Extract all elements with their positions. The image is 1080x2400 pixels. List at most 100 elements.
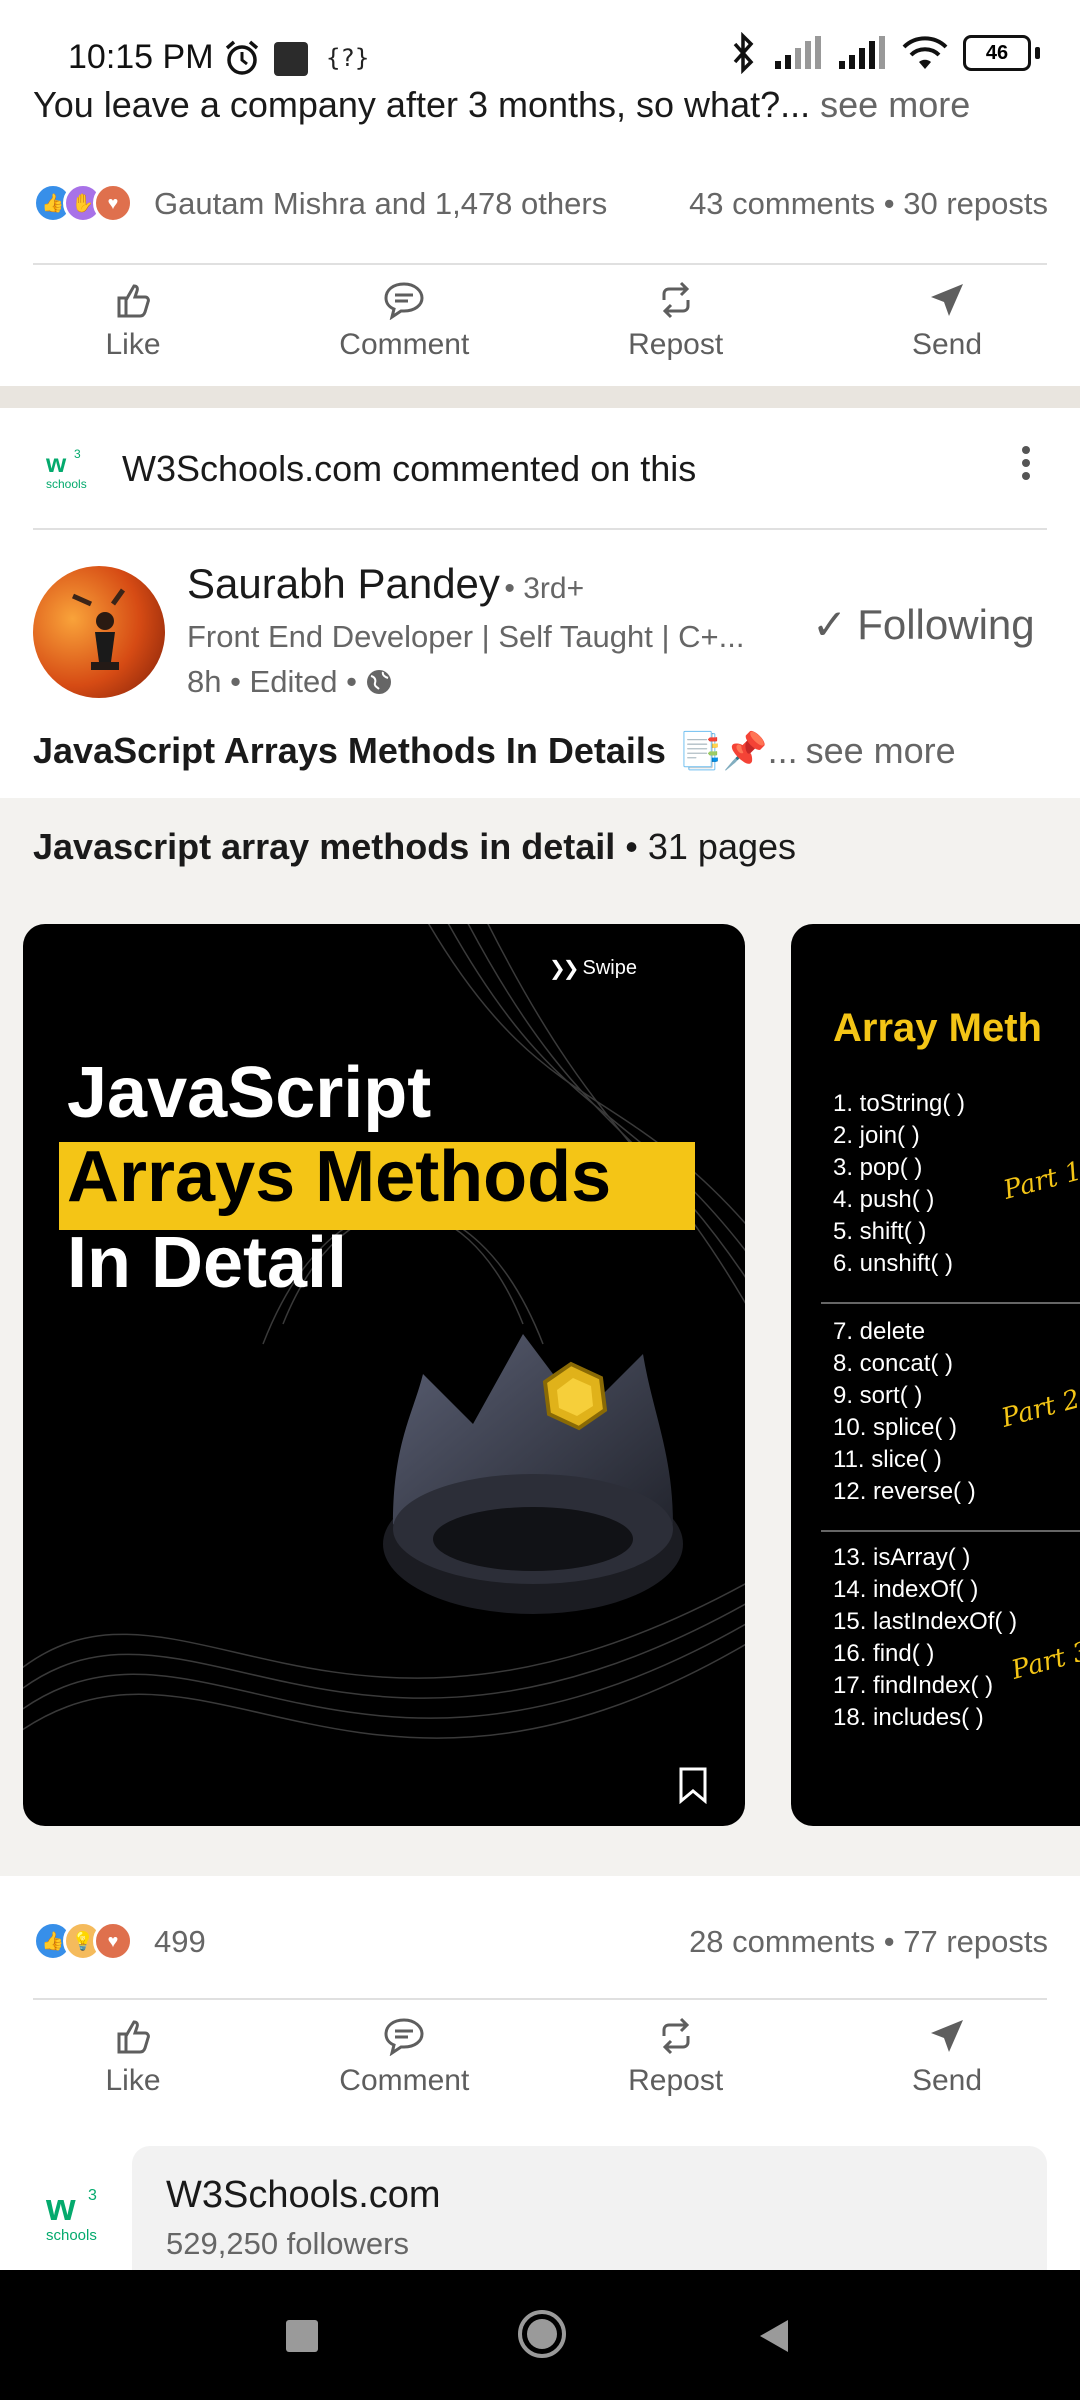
svg-text:3: 3 [88, 2187, 97, 2204]
post2-reaction-icons[interactable]: 👍 💡 ♥ [33, 1921, 133, 1961]
love-reaction-icon: ♥ [93, 183, 133, 223]
context-action-text: commented on this [392, 448, 697, 489]
list-item: 15. lastIndexOf( ) [833, 1608, 1018, 1635]
post1-like-button[interactable]: Like [33, 280, 233, 362]
svg-text:schools: schools [46, 2227, 97, 2244]
author-name-row: Saurabh Pandey • 3rd+ [187, 560, 584, 608]
list-item: 10. splice( ) [833, 1414, 958, 1441]
post1-reaction-icons[interactable]: 👍 ✋ ♥ [33, 183, 133, 223]
following-label: Following [857, 600, 1035, 648]
list-item: 4. push( ) [833, 1186, 935, 1213]
post1-comment-button[interactable]: Comment [304, 280, 504, 362]
list-item: 2. join( ) [833, 1122, 920, 1149]
feed-separator [0, 386, 1080, 408]
battery-indicator: 46 [963, 35, 1031, 71]
send-icon [930, 2020, 963, 2052]
divider [33, 1998, 1047, 2000]
company-name[interactable]: W3Schools.com [166, 2174, 441, 2217]
post2-comments-count[interactable]: 28 comments [689, 1924, 875, 1959]
status-bar: 10:15 PM {?} 46 [0, 0, 1080, 90]
repost-icon [662, 281, 690, 319]
post1-repost-button[interactable]: Repost [576, 280, 776, 362]
list-item: 17. findIndex( ) [833, 1672, 994, 1699]
status-time: 10:15 PM [68, 38, 214, 76]
document-pages: • 31 pages [625, 826, 797, 867]
thumbs-up-icon [117, 2020, 150, 2054]
post2-repost-button[interactable]: Repost [576, 2016, 776, 2098]
slide2-group3: 13. isArray( ) 14. indexOf( ) 15. lastIn… [833, 1542, 1017, 1734]
more-options-icon[interactable] [1014, 440, 1038, 490]
author-avatar[interactable] [33, 566, 165, 698]
document-emoji-icon: 📑 [677, 730, 723, 771]
bluetooth-icon [733, 32, 754, 74]
repost-label: Repost [628, 328, 724, 361]
slide2-divider [821, 1530, 1080, 1532]
post1-reactions-summary[interactable]: Gautam Mishra and 1,478 others [154, 186, 607, 222]
post2-reposts-count[interactable]: 77 reposts [903, 1924, 1048, 1959]
swipe-hint: ❯❯ Swipe [549, 956, 637, 981]
document-title: Javascript array methods in detail [33, 826, 616, 867]
send-label: Send [911, 2064, 983, 2097]
post2-title: JavaScript Arrays Methods In Details [33, 730, 666, 771]
post2-comment-button[interactable]: Comment [304, 2016, 504, 2098]
post1-reposts-count[interactable]: 30 reposts [903, 186, 1048, 221]
crown-illustration [383, 1334, 683, 1614]
list-item: 16. find( ) [833, 1640, 935, 1667]
post1-send-button[interactable]: Send [847, 280, 1047, 362]
data-saver-icon: {?} [326, 44, 370, 72]
author-name[interactable]: Saurabh Pandey [187, 560, 500, 607]
slide-2[interactable]: Array Meth 1. toString( ) 2. join( ) 3. … [791, 924, 1080, 1826]
slide1-heading-line2: Arrays Methods [67, 1137, 612, 1217]
list-item: 14. indexOf( ) [833, 1576, 979, 1603]
home-button[interactable] [516, 2308, 568, 2360]
post1-text-row: You leave a company after 3 months, so w… [33, 84, 1053, 126]
bookmark-icon[interactable] [677, 1766, 709, 1804]
author-headline: Front End Developer | Self Taught | C+..… [187, 619, 745, 654]
post2-like-button[interactable]: Like [33, 2016, 233, 2098]
signal-icon-1 [775, 36, 821, 69]
post1-see-more-link[interactable]: see more [820, 84, 970, 125]
post2-title-row: JavaScript Arrays Methods In Details 📑 📌… [33, 730, 956, 772]
swipe-label: Swipe [582, 957, 637, 979]
svg-text:schools: schools [46, 477, 87, 491]
slide1-heading-line3: In Detail [67, 1223, 348, 1303]
part2-label: Part 2 [998, 1384, 1080, 1434]
following-button[interactable]: ✓ Following [812, 600, 1035, 649]
post-meta-row: 8h • Edited • [187, 664, 393, 700]
part1-label: Part 1 [1000, 1156, 1080, 1206]
list-item: 3. pop( ) [833, 1154, 923, 1181]
slide-1[interactable]: ❯❯ Swipe JavaScript Arrays Methods In De… [23, 924, 745, 1826]
repost-label: Repost [628, 2064, 724, 2097]
part3-label: Part 3 [1008, 1636, 1080, 1686]
divider [33, 263, 1047, 265]
post-meta: 8h • Edited • [187, 664, 357, 699]
slide2-group1: 1. toString( ) 2. join( ) 3. pop( ) 4. p… [833, 1088, 965, 1280]
slide2-title: Array Meth [833, 1006, 1042, 1050]
post2-reaction-count[interactable]: 499 [154, 1924, 206, 1960]
post2-engagement: 28 comments • 77 reposts [689, 1924, 1048, 1959]
post2-send-button[interactable]: Send [847, 2016, 1047, 2098]
checkmark-icon: ✓ [812, 601, 848, 648]
slide1-heading-line1: JavaScript [67, 1053, 432, 1133]
post2-see-more-link[interactable]: see more [806, 730, 956, 772]
context-company-link[interactable]: W3Schools.com [122, 448, 382, 489]
back-button[interactable] [756, 2316, 792, 2356]
list-item: 5. shift( ) [833, 1218, 927, 1245]
repost-icon [662, 2017, 690, 2055]
status-icons: 46 [729, 32, 1040, 74]
w3schools-small-logo[interactable]: w 3 schools [40, 442, 94, 496]
list-item: 12. reverse( ) [833, 1478, 976, 1505]
divider [33, 528, 1047, 530]
love-reaction-icon: ♥ [93, 1921, 133, 1961]
signal-icon-2 [839, 36, 885, 69]
recents-button[interactable] [286, 2320, 318, 2352]
list-item: 1. toString( ) [833, 1090, 966, 1117]
list-item: 18. includes( ) [833, 1704, 984, 1731]
post1-comments-count[interactable]: 43 comments [689, 186, 875, 221]
comment-bubble[interactable]: W3Schools.com 529,250 followers [132, 2146, 1047, 2286]
w3schools-logo[interactable]: w 3 schools [40, 2178, 114, 2252]
like-label: Like [105, 328, 161, 361]
app-notification-icon [274, 42, 308, 76]
list-item: 6. unshift( ) [833, 1250, 954, 1277]
post2-action-bar: Like Comment Repost Send [33, 2016, 1047, 2098]
